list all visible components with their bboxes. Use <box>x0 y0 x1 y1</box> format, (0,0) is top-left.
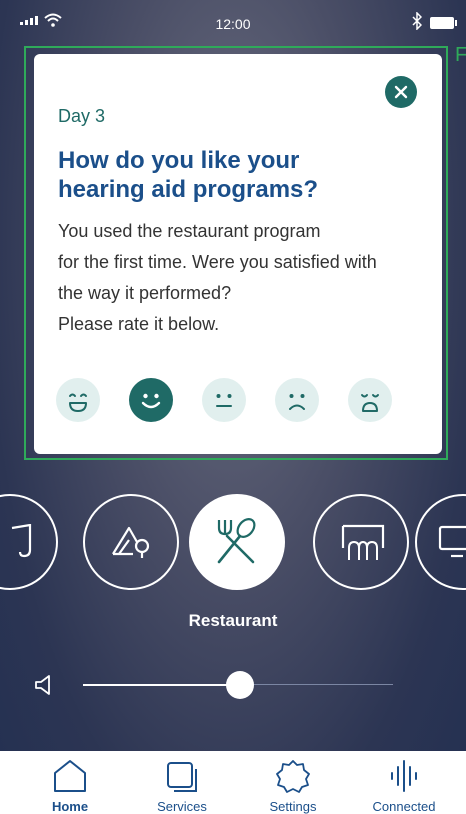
rating-very-sad[interactable] <box>348 378 392 422</box>
home-icon <box>54 760 86 792</box>
battery-icon <box>430 17 457 29</box>
body-line: You used the restaurant program <box>58 221 321 241</box>
program-music[interactable] <box>0 494 58 590</box>
active-program-label: Restaurant <box>188 611 278 630</box>
restaurant-icon <box>217 518 256 564</box>
sad-face-icon <box>289 394 305 410</box>
volume-icon <box>35 675 50 695</box>
connected-icon <box>391 760 417 792</box>
program-theater[interactable] <box>313 494 409 590</box>
close-button[interactable] <box>385 76 417 108</box>
tab-home[interactable]: Home <box>12 751 128 814</box>
very-happy-face-icon <box>69 393 87 412</box>
status-bar: 12:00 <box>0 0 466 44</box>
neutral-face-icon <box>216 394 232 407</box>
theater-icon <box>341 524 385 560</box>
rating-very-happy[interactable] <box>56 378 100 422</box>
highlight-tag: F <box>455 44 466 66</box>
close-icon <box>394 85 408 99</box>
music-note-icon <box>11 524 32 558</box>
very-sad-face-icon <box>361 394 379 412</box>
body-line: the way it performed? <box>58 283 232 303</box>
rating-faces <box>56 378 396 422</box>
app-screen: 12:00 F Day 3 How do you like your heari… <box>0 0 466 814</box>
tab-services[interactable]: Services <box>124 751 240 814</box>
day-label: Day 3 <box>58 106 106 126</box>
volume-slider-filled <box>83 684 240 686</box>
status-time: 12:00 <box>215 16 251 32</box>
tv-icon <box>438 525 466 558</box>
rating-happy[interactable] <box>129 378 173 422</box>
rating-neutral[interactable] <box>202 378 246 422</box>
volume-slider-thumb[interactable] <box>226 671 254 699</box>
tab-settings[interactable]: Settings <box>235 751 351 814</box>
tab-connected[interactable]: Connected <box>346 751 462 814</box>
program-restaurant[interactable] <box>189 494 285 590</box>
card-body: You used the restaurant program for the … <box>58 216 428 340</box>
services-icon <box>167 762 197 792</box>
bluetooth-icon <box>412 12 422 30</box>
outdoor-icon <box>112 526 150 558</box>
tab-bar: Home Services Settings Connected <box>0 751 466 814</box>
happy-face-icon <box>141 393 161 409</box>
program-tv[interactable] <box>415 494 466 590</box>
rating-card: Day 3 How do you like your hearing aid p… <box>34 54 442 454</box>
body-line: for the first time. Were you satisfied w… <box>58 252 377 272</box>
body-line: Please rate it below. <box>58 314 220 334</box>
settings-icon <box>276 760 310 793</box>
program-outdoor[interactable] <box>83 494 179 590</box>
volume-slider-track[interactable] <box>240 684 393 685</box>
rating-sad[interactable] <box>275 378 319 422</box>
card-title: How do you like your hearing aid program… <box>58 147 319 203</box>
